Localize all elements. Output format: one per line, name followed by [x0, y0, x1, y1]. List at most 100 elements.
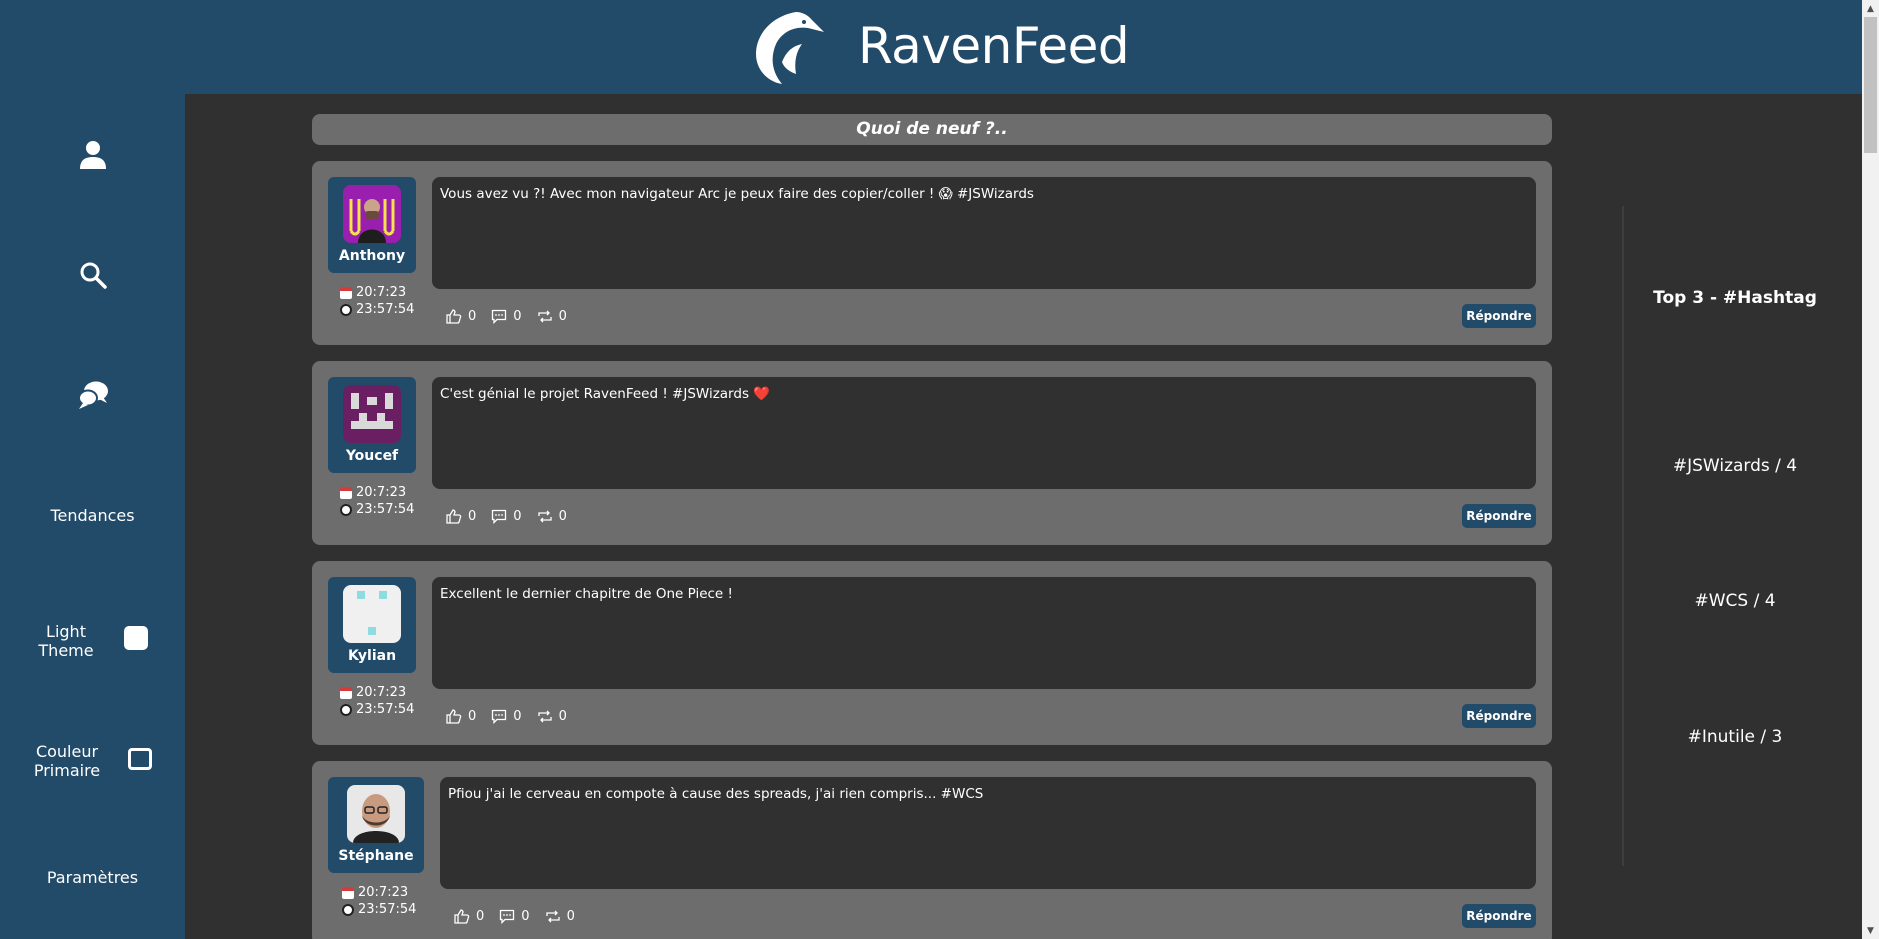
trend-item[interactable]: #JSWizards / 4: [1624, 456, 1846, 476]
post-date-value: 20:7:23: [358, 885, 409, 900]
post-date: 20:7:23: [340, 685, 406, 700]
calendar-icon: [340, 486, 352, 499]
repost-count: 0: [558, 709, 567, 724]
post-card: Anthony 20:7:23 23:57:54 Vous avez vu ?!…: [312, 161, 1552, 345]
like-button[interactable]: 0: [446, 709, 476, 724]
calendar-icon: [342, 886, 354, 899]
repost-icon: [545, 910, 560, 923]
profile-nav-button[interactable]: [72, 134, 114, 176]
author-name: Youcef: [345, 448, 399, 464]
author-card[interactable]: Anthony: [328, 177, 416, 273]
reply-button[interactable]: Répondre: [1462, 704, 1536, 728]
scroll-down-icon[interactable]: ▼: [1862, 922, 1879, 939]
page-scrollbar[interactable]: ▲ ▼: [1862, 0, 1879, 939]
comment-icon: [492, 309, 507, 324]
author-name: Stéphane: [338, 848, 414, 864]
like-button[interactable]: 0: [446, 509, 476, 524]
reply-button[interactable]: Répondre: [1462, 904, 1536, 928]
post-date: 20:7:23: [340, 485, 406, 500]
thumbs-up-icon: [454, 909, 470, 924]
scroll-thumb[interactable]: [1864, 17, 1877, 153]
author-card[interactable]: Kylian: [328, 577, 416, 673]
scroll-up-icon[interactable]: ▲: [1862, 0, 1879, 17]
avatar: [343, 385, 401, 443]
repost-count: 0: [558, 309, 567, 324]
like-count: 0: [468, 709, 477, 724]
post-time-value: 23:57:54: [356, 302, 415, 317]
comment-icon: [492, 709, 507, 724]
like-count: 0: [468, 509, 477, 524]
like-count: 0: [468, 309, 477, 324]
light-theme-checkbox[interactable]: [124, 626, 148, 650]
comment-button[interactable]: 0: [499, 909, 530, 924]
thumbs-up-icon: [446, 309, 462, 324]
trends-nav-link[interactable]: Tendances: [0, 506, 185, 525]
repost-button[interactable]: 0: [545, 909, 575, 924]
comment-icon: [500, 909, 515, 924]
post-date-value: 20:7:23: [356, 485, 407, 500]
author-name: Anthony: [338, 248, 406, 264]
comment-count: 0: [513, 709, 522, 724]
primary-color-row: Couleur Primaire: [0, 738, 185, 788]
like-button[interactable]: 0: [454, 909, 484, 924]
post-time-value: 23:57:54: [358, 902, 417, 917]
post-date-value: 20:7:23: [356, 285, 407, 300]
trend-item[interactable]: #Inutile / 3: [1624, 727, 1846, 747]
comment-button[interactable]: 0: [491, 509, 522, 524]
trend-item[interactable]: #WCS / 4: [1624, 591, 1846, 611]
repost-button[interactable]: 0: [537, 709, 567, 724]
post-time: 23:57:54: [340, 702, 414, 717]
like-count: 0: [476, 909, 485, 924]
like-button[interactable]: 0: [446, 309, 476, 324]
sidebar: Tendances Light Theme Couleur Primaire P…: [0, 94, 185, 939]
comment-button[interactable]: 0: [491, 309, 522, 324]
clock-icon: [340, 303, 352, 316]
post-date: 20:7:23: [342, 885, 408, 900]
post-card: Kylian 20:7:23 23:57:54 Excellent le der…: [312, 561, 1552, 745]
clock-icon: [342, 903, 354, 916]
repost-button[interactable]: 0: [537, 509, 567, 524]
repost-icon: [537, 710, 552, 723]
calendar-icon: [340, 686, 352, 699]
post-time-value: 23:57:54: [356, 702, 415, 717]
post-actions: 0 0 0: [446, 709, 582, 724]
post-card: Youcef 20:7:23 23:57:54 C'est génial le …: [312, 361, 1552, 545]
post-time: 23:57:54: [340, 302, 414, 317]
settings-nav-link[interactable]: Paramètres: [0, 868, 185, 887]
chat-bubbles-icon: [78, 381, 108, 409]
post-date: 20:7:23: [340, 285, 406, 300]
thumbs-up-icon: [446, 709, 462, 724]
author-card[interactable]: Youcef: [328, 377, 416, 473]
compose-input[interactable]: Quoi de neuf ?..: [312, 114, 1552, 145]
reply-button[interactable]: Répondre: [1462, 304, 1536, 328]
search-icon: [80, 262, 107, 289]
post-text: C'est génial le projet RavenFeed ! #JSWi…: [432, 377, 1536, 489]
post-actions: 0 0 0: [446, 509, 582, 524]
trends-title: Top 3 - #Hashtag: [1653, 288, 1817, 308]
avatar: [343, 585, 401, 643]
reply-button[interactable]: Répondre: [1462, 504, 1536, 528]
app-title: RavenFeed: [858, 17, 1130, 75]
comment-icon: [492, 509, 507, 524]
light-theme-label: Light Theme: [38, 622, 94, 660]
repost-button[interactable]: 0: [537, 309, 567, 324]
raven-logo: [756, 12, 824, 84]
messages-nav-button[interactable]: [72, 374, 114, 416]
comment-count: 0: [513, 309, 522, 324]
repost-count: 0: [566, 909, 575, 924]
primary-color-label: Couleur Primaire: [33, 742, 101, 780]
comment-button[interactable]: 0: [491, 709, 522, 724]
repost-icon: [537, 510, 552, 523]
avatar: [347, 785, 405, 843]
primary-color-picker[interactable]: [128, 748, 152, 770]
author-name: Kylian: [347, 648, 397, 664]
author-card[interactable]: Stéphane: [328, 777, 424, 873]
post-text: Excellent le dernier chapitre de One Pie…: [432, 577, 1536, 689]
calendar-icon: [340, 286, 352, 299]
post-actions: 0 0 0: [454, 909, 590, 924]
post-time: 23:57:54: [342, 902, 416, 917]
search-nav-button[interactable]: [72, 254, 114, 296]
post-text: Vous avez vu ?! Avec mon navigateur Arc …: [432, 177, 1536, 289]
post-time-value: 23:57:54: [356, 502, 415, 517]
clock-icon: [340, 703, 352, 716]
